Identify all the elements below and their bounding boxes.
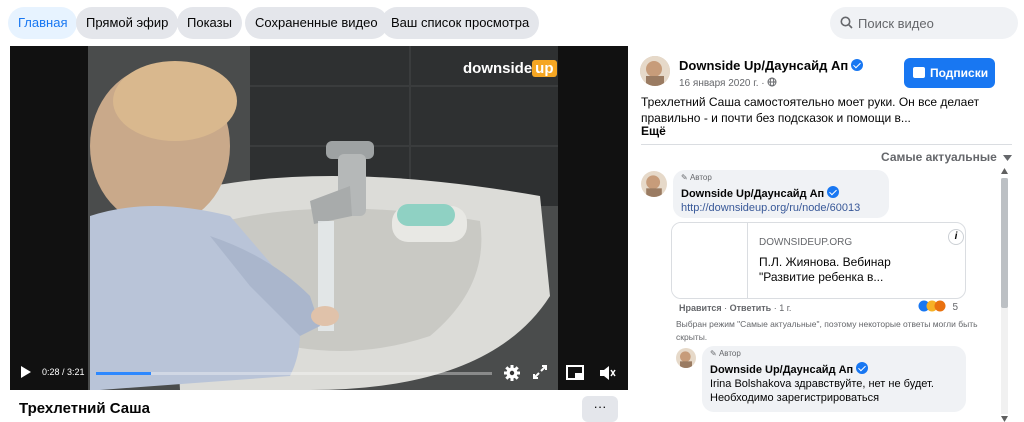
tab-live[interactable]: Прямой эфир bbox=[76, 7, 179, 39]
verified-badge-icon bbox=[856, 362, 869, 374]
reply-author-name[interactable]: Downside Up/Даунсайд Ап bbox=[710, 362, 869, 376]
reply-bubble: ✎ Автор Downside Up/Даунсайд Ап Irina Bo… bbox=[702, 346, 966, 412]
verified-badge-icon bbox=[827, 186, 840, 198]
progress-bar[interactable] bbox=[96, 372, 492, 375]
tab-watchlist[interactable]: Ваш список просмотра bbox=[381, 7, 540, 39]
reply-text: Irina Bolshakova здравствуйте, нет не бу… bbox=[710, 378, 934, 404]
comments-list: ✎ Автор Downside Up/Даунсайд Ап http://d… bbox=[628, 168, 1000, 422]
reply-avatar[interactable] bbox=[676, 348, 696, 368]
comment-avatar[interactable] bbox=[641, 171, 667, 197]
caret-down-icon bbox=[1003, 155, 1013, 161]
subscribe-button[interactable]: Подписки bbox=[904, 58, 995, 88]
video-player[interactable]: downside up 0:28 / 3:21 bbox=[10, 46, 628, 390]
page-avatar[interactable] bbox=[640, 56, 670, 86]
comment-author-name[interactable]: Downside Up/Даунсайд Ап bbox=[681, 186, 840, 200]
comment-link[interactable]: http://downsideup.org/ru/node/60013 bbox=[681, 202, 860, 214]
subscribed-icon bbox=[913, 67, 925, 78]
post-sidebar: Downside Up/Даунсайд Ап 16 января 2020 г… bbox=[628, 46, 1024, 422]
video-nav-bar: Главная Прямой эфир Показы Сохраненные в… bbox=[0, 0, 1024, 46]
reactions-icon bbox=[918, 300, 946, 312]
video-title: Трехлетний Саша bbox=[19, 400, 150, 417]
settings-gear-icon[interactable] bbox=[503, 364, 521, 382]
comment-actions: Нравится · Ответить · 1 г. bbox=[679, 303, 792, 313]
avatar-photo bbox=[641, 171, 667, 197]
scrollbar-thumb[interactable] bbox=[1001, 178, 1008, 308]
author-tag: ✎ Автор bbox=[681, 173, 712, 182]
post-description: Трехлетний Саша самостоятельно моет руки… bbox=[641, 95, 980, 125]
page-name-link[interactable]: Downside Up/Даунсайд Ап bbox=[679, 58, 864, 73]
link-preview-title: П.Л. Жиянова. Вебинар "Развитие ребенка в… bbox=[759, 255, 891, 284]
search-input[interactable] bbox=[858, 7, 1008, 39]
progress-fill bbox=[96, 372, 152, 375]
player-controls: 0:28 / 3:21 bbox=[10, 356, 628, 390]
avatar-photo bbox=[640, 56, 670, 86]
scroll-up-arrow-icon[interactable] bbox=[1001, 168, 1008, 174]
volume-muted-icon[interactable] bbox=[598, 364, 616, 382]
link-preview-domain: DOWNSIDEUP.ORG bbox=[759, 237, 853, 248]
divider bbox=[641, 144, 1012, 145]
tab-home[interactable]: Главная bbox=[8, 7, 78, 39]
reaction-summary[interactable]: 5 bbox=[918, 299, 958, 317]
search-box[interactable] bbox=[830, 7, 1018, 39]
like-action[interactable]: Нравится bbox=[679, 303, 722, 313]
time-readout: 0:28 / 3:21 bbox=[42, 367, 85, 377]
post-date[interactable]: 16 января 2020 г. · bbox=[679, 77, 777, 89]
reply-action[interactable]: Ответить bbox=[730, 303, 772, 313]
globe-icon bbox=[767, 77, 777, 87]
info-icon[interactable]: i bbox=[948, 229, 964, 245]
tab-shows[interactable]: Показы bbox=[177, 7, 242, 39]
more-options-button[interactable]: ··· bbox=[582, 396, 618, 422]
fullscreen-expand-icon[interactable] bbox=[532, 364, 548, 380]
scroll-down-arrow-icon[interactable] bbox=[1001, 416, 1008, 422]
reaction-count: 5 bbox=[952, 302, 959, 313]
search-icon bbox=[840, 16, 853, 29]
see-more-link[interactable]: Ещё bbox=[641, 124, 666, 138]
avatar-photo bbox=[676, 348, 696, 368]
link-preview-card[interactable]: DOWNSIDEUP.ORG П.Л. Жиянова. Вебинар "Раз… bbox=[671, 222, 966, 299]
comment-age[interactable]: 1 г. bbox=[779, 303, 791, 313]
author-tag: ✎ Автор bbox=[710, 349, 741, 358]
watermark-logo: downside up bbox=[463, 60, 557, 77]
hidden-replies-notice: Выбран режим "Самые актуальные", поэтому… bbox=[676, 319, 978, 342]
play-icon[interactable] bbox=[20, 365, 32, 379]
verified-badge-icon bbox=[851, 59, 864, 71]
comment-bubble: ✎ Автор Downside Up/Даунсайд Ап http://d… bbox=[673, 170, 889, 218]
comment-sort-dropdown[interactable]: Самые актуальные bbox=[881, 150, 1013, 164]
comments-scrollbar[interactable] bbox=[998, 168, 1008, 422]
video-frame bbox=[10, 46, 628, 390]
miniplayer-icon[interactable] bbox=[566, 364, 584, 382]
link-preview-thumbnail bbox=[672, 223, 748, 298]
tab-saved-videos[interactable]: Сохраненные видео bbox=[245, 7, 388, 39]
